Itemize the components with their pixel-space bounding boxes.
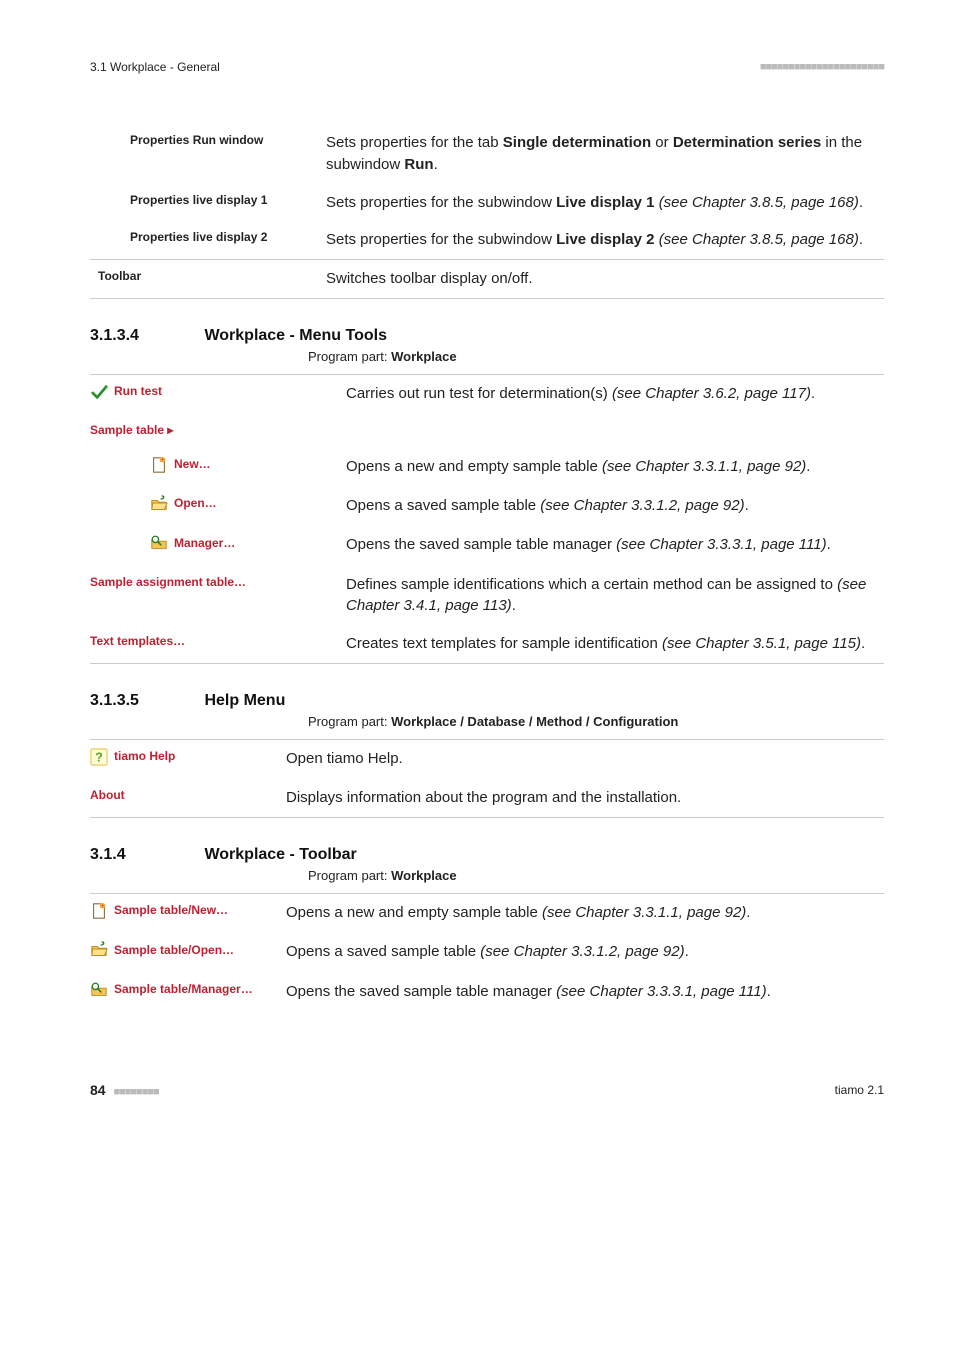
- check-icon: [90, 383, 108, 401]
- menu-item-label: Properties Run window: [90, 124, 326, 184]
- menu-item-label[interactable]: Open…: [174, 495, 217, 512]
- toolbar-item-description: Opens a saved sample table (see Chapter …: [286, 933, 884, 972]
- section-heading-tools: 3.1.3.4 Workplace - Menu Tools: [90, 327, 884, 345]
- menu-item-description: Switches toolbar display on/off.: [326, 260, 884, 299]
- toolbar-item-description: Opens a new and empty sample table (see …: [286, 894, 884, 934]
- table-row-label-cell: Sample table/New…: [90, 894, 286, 934]
- section-title: Workplace - Toolbar: [204, 846, 356, 863]
- section-number: 3.1.3.5: [90, 692, 200, 710]
- toolbar-item-label[interactable]: Sample table/Manager…: [114, 981, 253, 998]
- open-folder-icon: [90, 941, 108, 959]
- toolbar-item-label[interactable]: Sample table/New…: [114, 902, 228, 919]
- tools-menu-table: Run test Carries out run test for determi…: [90, 374, 884, 664]
- menu-item-description: Sets properties for the subwindow Live d…: [326, 184, 884, 222]
- table-row-label-cell: Sample assignment table…: [90, 566, 346, 626]
- menu-item-description: Defines sample identifications which a c…: [346, 566, 884, 626]
- toolbar-item-description: Opens the saved sample table manager (se…: [286, 973, 884, 1012]
- footer-ornament: ■■■■■■■■: [113, 1086, 158, 1098]
- menu-item-label[interactable]: About: [90, 788, 125, 802]
- table-row-label-cell: Sample table/Open…: [90, 933, 286, 972]
- section-heading-toolbar: 3.1.4 Workplace - Toolbar: [90, 846, 884, 864]
- menu-item-description: Carries out run test for determination(s…: [346, 374, 884, 414]
- menu-item-description: Sets properties for the tab Single deter…: [326, 124, 884, 184]
- table-row-label-cell: New…: [90, 448, 346, 487]
- svg-text:?: ?: [95, 750, 103, 764]
- toolbar-item-label[interactable]: Sample table/Open…: [114, 942, 234, 959]
- menu-item-description: Sets properties for the subwindow Live d…: [326, 221, 884, 259]
- program-part-line: Program part: Workplace: [308, 868, 884, 883]
- toolbar-table: Sample table/New… Opens a new and empty s…: [90, 893, 884, 1012]
- menu-item-description: Open tiamo Help.: [286, 739, 884, 779]
- new-file-icon: [150, 456, 168, 474]
- table-row-label-cell: ? tiamo Help: [90, 739, 286, 779]
- menu-item-label[interactable]: Text templates…: [90, 634, 185, 648]
- program-part-line: Program part: Workplace: [308, 349, 884, 364]
- table-row-label-cell: Text templates…: [90, 625, 346, 663]
- table-row-label-cell: Sample table/Manager…: [90, 973, 286, 1012]
- page-footer: 84 ■■■■■■■■ tiamo 2.1: [90, 1082, 884, 1098]
- page-number: 84: [90, 1082, 106, 1098]
- manager-folder-icon: [150, 534, 168, 552]
- menu-item-description: Opens a new and empty sample table (see …: [346, 448, 884, 487]
- menu-item-description: Displays information about the program a…: [286, 779, 884, 817]
- menu-item-label: Toolbar: [90, 260, 326, 299]
- header-section-path: 3.1 Workplace - General: [90, 60, 220, 74]
- program-part-line: Program part: Workplace / Database / Met…: [308, 714, 884, 729]
- table-row-label-cell: Manager…: [90, 526, 346, 565]
- menu-item-label[interactable]: Sample table ▸: [90, 423, 173, 437]
- product-name: tiamo 2.1: [835, 1083, 884, 1097]
- section-title: Help Menu: [204, 692, 285, 709]
- table-row-label-cell: Open…: [90, 487, 346, 526]
- manager-folder-icon: [90, 981, 108, 999]
- menu-item-label[interactable]: New…: [174, 456, 211, 473]
- header-ornament: ■■■■■■■■■■■■■■■■■■■■■■: [760, 61, 884, 73]
- menu-item-label[interactable]: Manager…: [174, 535, 235, 552]
- menu-item-label[interactable]: tiamo Help: [114, 748, 175, 765]
- section-number: 3.1.4: [90, 846, 200, 864]
- menu-item-description: Opens a saved sample table (see Chapter …: [346, 487, 884, 526]
- menu-item-description: Opens the saved sample table manager (se…: [346, 526, 884, 565]
- help-icon: ?: [90, 748, 108, 766]
- table-row-label-cell: About: [90, 779, 286, 817]
- view-properties-table: Properties Run windowSets properties for…: [90, 124, 884, 299]
- table-row-label-cell: Run test: [90, 374, 346, 414]
- help-menu-table: ? tiamo Help Open tiamo Help. About Displays…: [90, 739, 884, 818]
- table-row-label-cell: Sample table ▸: [90, 414, 346, 447]
- section-title: Workplace - Menu Tools: [204, 327, 387, 344]
- new-file-icon: [90, 902, 108, 920]
- menu-item-description: [346, 414, 884, 447]
- section-number: 3.1.3.4: [90, 327, 200, 345]
- menu-item-label[interactable]: Sample assignment table…: [90, 575, 246, 589]
- menu-item-label: Properties live display 2: [90, 221, 326, 259]
- page-header: 3.1 Workplace - General ■■■■■■■■■■■■■■■■…: [90, 60, 884, 74]
- menu-item-label[interactable]: Run test: [114, 383, 162, 400]
- menu-item-label: Properties live display 1: [90, 184, 326, 222]
- menu-item-description: Creates text templates for sample identi…: [346, 625, 884, 663]
- section-heading-help: 3.1.3.5 Help Menu: [90, 692, 884, 710]
- open-folder-icon: [150, 495, 168, 513]
